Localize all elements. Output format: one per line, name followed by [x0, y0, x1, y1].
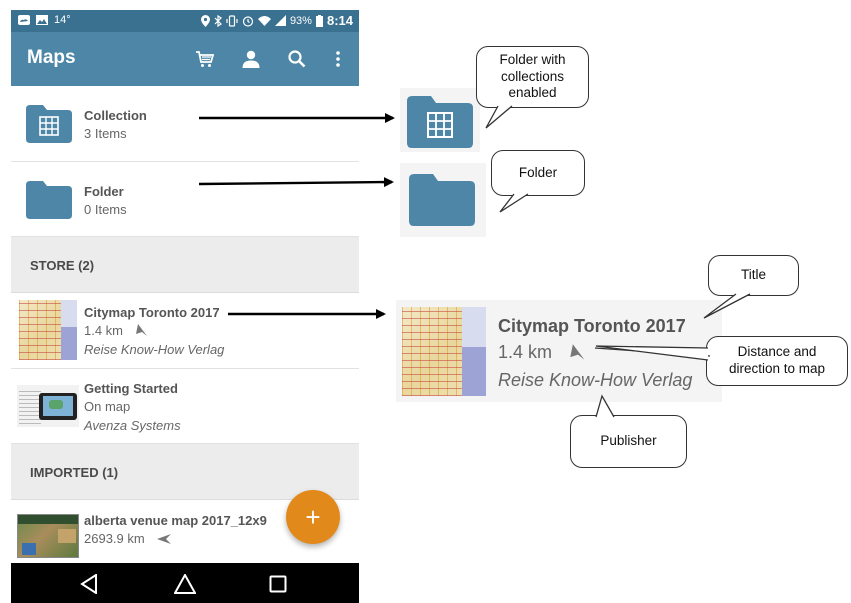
- folder-zoom: [400, 163, 486, 237]
- map-distance: 1.4 km: [498, 342, 587, 363]
- more-vert-icon: [336, 51, 340, 67]
- page-title: Maps: [27, 47, 76, 68]
- temperature: 14°: [54, 14, 71, 26]
- map-publisher: Avenza Systems: [84, 418, 181, 433]
- cart-icon: [196, 51, 215, 67]
- bluetooth-icon: [214, 14, 222, 27]
- back-icon: [80, 574, 97, 594]
- map-title: Getting Started: [84, 381, 178, 396]
- recents-button[interactable]: [266, 572, 290, 596]
- cloud-icon: [18, 15, 30, 25]
- recents-icon: [269, 575, 287, 593]
- callout-distance: Distance and direction to map: [706, 336, 848, 386]
- callout-folder: Folder: [491, 150, 585, 196]
- person-icon: [242, 50, 260, 68]
- direction-arrow-icon: [135, 324, 147, 336]
- image-icon: [36, 15, 48, 25]
- list-item-citymap-toronto[interactable]: Citymap Toronto 2017 1.4 km Reise Know-H…: [11, 293, 359, 369]
- search-icon: [288, 50, 306, 68]
- map-distance: 2693.9 km: [84, 531, 172, 546]
- map-thumbnail: [402, 307, 486, 396]
- app-bar: Maps: [11, 32, 359, 86]
- item-name: Collection: [84, 108, 147, 123]
- collection-folder-icon: [407, 96, 473, 148]
- clock: 8:14: [326, 13, 353, 28]
- map-entry-zoom: Citymap Toronto 2017 1.4 km Reise Know-H…: [396, 300, 722, 402]
- map-publisher: Reise Know-How Verlag: [84, 342, 225, 357]
- phone-screen: 14° 93% 8:14 Maps Collection 3 Items Fol…: [11, 10, 359, 603]
- item-count: 0 Items: [84, 202, 127, 217]
- folder-icon: [409, 174, 475, 226]
- map-thumbnail: [17, 514, 79, 558]
- section-title: IMPORTED (1): [30, 465, 119, 480]
- callout-collection-folder: Folder with collections enabled: [476, 46, 589, 108]
- add-map-button[interactable]: +: [286, 490, 340, 544]
- map-title: alberta venue map 2017_12x9: [84, 513, 267, 528]
- location-icon: [200, 14, 210, 27]
- map-title: Citymap Toronto 2017: [498, 316, 686, 336]
- search-button[interactable]: [284, 46, 310, 72]
- map-distance: 1.4 km: [84, 323, 149, 338]
- map-distance: On map: [84, 399, 131, 414]
- wifi-icon: [257, 16, 271, 26]
- direction-arrow-icon: [570, 344, 585, 360]
- collection-folder-zoom: [400, 88, 480, 152]
- account-button[interactable]: [238, 46, 264, 72]
- home-button[interactable]: [173, 572, 197, 596]
- home-icon: [174, 574, 196, 594]
- item-name: Folder: [84, 184, 124, 199]
- collection-folder-icon: [26, 105, 72, 143]
- tail-folder: [499, 193, 529, 213]
- tail-collection: [485, 105, 513, 129]
- item-count: 3 Items: [84, 126, 127, 141]
- plus-icon: +: [305, 501, 321, 532]
- map-publisher: Reise Know-How Verlag: [498, 370, 693, 390]
- battery-percent: 93%: [289, 14, 312, 27]
- direction-arrow-icon: [157, 534, 172, 544]
- folder-icon: [26, 181, 72, 219]
- callout-title: Title: [708, 255, 799, 296]
- navigation-bar: [11, 563, 359, 603]
- status-bar: 14° 93% 8:14: [11, 10, 359, 32]
- alarm-icon: [242, 15, 254, 27]
- more-options-button[interactable]: [325, 46, 351, 72]
- callout-publisher: Publisher: [570, 415, 687, 468]
- list-item-getting-started[interactable]: Getting Started On map Avenza Systems: [11, 369, 359, 444]
- back-button[interactable]: [77, 572, 101, 596]
- map-thumbnail: [19, 300, 77, 360]
- list-item-folder[interactable]: Folder 0 Items: [11, 162, 359, 237]
- store-button[interactable]: [192, 46, 218, 72]
- section-header-store: STORE (2): [11, 237, 359, 293]
- guide-thumbnail: [17, 385, 79, 427]
- vibrate-icon: [226, 14, 238, 27]
- list-item-collection[interactable]: Collection 3 Items: [11, 86, 359, 162]
- section-title: STORE (2): [30, 258, 95, 273]
- battery-icon: [315, 14, 323, 27]
- map-title: Citymap Toronto 2017: [84, 305, 220, 320]
- signal-icon: [274, 15, 286, 26]
